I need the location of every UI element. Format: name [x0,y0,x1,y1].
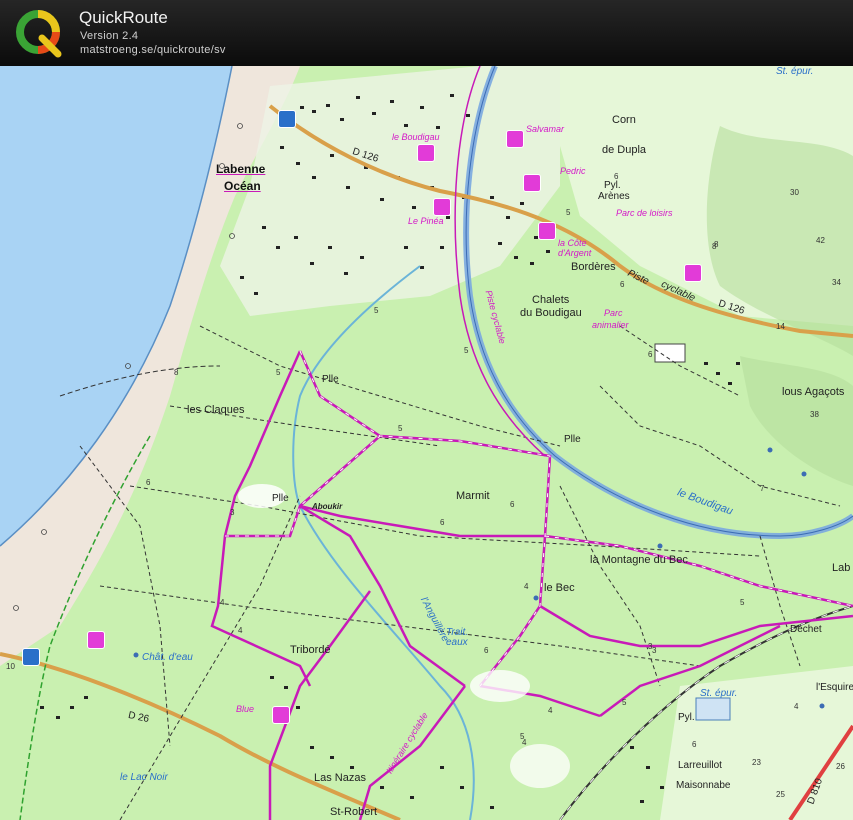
sports-ground [654,343,686,363]
spot-height: 25 [776,790,785,799]
spot-height: 6 [510,500,515,509]
label-le-boudigau-camp: le Boudigau [392,132,440,142]
spot-height: 6 [440,518,445,527]
place-label-plle-3: Plle [272,493,289,504]
spot-height: 5 [740,598,745,607]
spot-height: 4 [548,706,553,715]
place-label-labenne: Labenne [216,162,266,176]
spot-height: 6 [614,172,619,181]
spot-height: 5 [566,208,571,217]
spot-height: 3 [230,508,235,517]
label-lac-noir: le Lac Noir [120,772,168,783]
campsite-icon[interactable] [433,198,451,216]
spot-height: 7 [760,484,765,493]
label-parc: Parc [604,308,623,318]
label-parc-de-loisirs: Parc de loisirs [616,208,673,218]
place-label-pyl-2: Pyl. [678,712,695,723]
place-label-plle-1: Plle [322,374,339,385]
label-trait-eaux: Trait. eaux [446,627,469,648]
clearing [470,670,530,702]
place-label-corn: Corn [612,114,636,126]
spot-height: 4 [238,626,243,635]
map-canvas[interactable] [0,66,853,820]
place-label-lous-agacots: lous Agaçots [782,386,845,398]
app-url[interactable]: matstroeng.se/quickroute/sv [80,44,226,56]
parking-icon[interactable] [22,648,40,666]
spot-height: 5 [398,424,403,433]
label-animalier: animalier [592,320,629,330]
campsite-icon[interactable] [272,706,290,724]
place-label-lab: Lab [832,562,851,574]
campsite-icon[interactable] [506,130,524,148]
campsite-icon[interactable] [417,144,435,162]
label-st-epur-top: St. épur. [776,66,814,77]
place-label-borderes: Bordères [571,261,616,273]
spot-height: 10 [6,662,15,671]
place-label-les-claques: les Claques [187,404,245,416]
spot-height: 5 [374,306,379,315]
campsite-icon[interactable] [684,264,702,282]
spot-height: 6 [484,646,489,655]
quickroute-logo-icon [16,10,62,58]
label-pedric: Pedric [560,166,586,176]
spot-height: 8 [174,368,179,377]
campsite-icon[interactable] [87,631,105,649]
place-label-dechet: Déchet [790,624,822,635]
spot-height: 23 [752,758,761,767]
spot-height: 14 [776,322,785,331]
water-treatment-basins [695,697,731,721]
place-label-arenes: Arènes [598,191,630,202]
parking-icon[interactable] [278,110,296,128]
spot-height: 6 [146,478,151,487]
place-label-montagne-du-bec: la Montagne du Bec [590,554,688,566]
app-title: QuickRoute [79,8,168,27]
spot-height: 4 [220,598,225,607]
place-label-aboukir: Aboukir [312,502,343,511]
spot-height: 34 [832,278,841,287]
spot-height: 6 [620,280,625,289]
app-version: Version 2.4 [80,30,139,42]
label-blue: Blue [236,704,255,714]
spot-height: 30 [790,188,799,197]
place-label-le-bec: le Bec [544,582,575,594]
spot-height: 42 [816,236,825,245]
label-salvamar: Salvamar [526,124,565,134]
label-chat-eau: Chât. d'eau [142,652,193,663]
spot-height: 6 [692,740,697,749]
place-label-lesquire: l'Esquire [816,682,853,693]
place-label-las-nazas: Las Nazas [314,772,366,784]
label-cote-argent: la Côte d'Argent [558,238,592,258]
spot-height: 26 [836,762,845,771]
map-view[interactable]: Labenne Océan Corn de Dupla Arènes Pyl. … [0,66,853,820]
place-label-triborde: Tribordé [290,644,331,656]
place-label-st-robert: St-Robert [330,806,378,818]
place-label-du-boudigau: du Boudigau [520,307,582,319]
clearing [510,744,570,788]
spot-height: 4 [524,582,529,591]
spot-height: 4 [794,702,799,711]
spot-height: 4 [522,738,527,747]
label-le-pinea: Le Pinéa [408,216,444,226]
spot-height: 6 [648,350,653,359]
place-label-plle-2: Plle [564,434,581,445]
campsite-icon[interactable] [523,174,541,192]
spot-height: 5 [276,368,281,377]
spot-height: 5 [464,346,469,355]
place-label-larreuillot: Larreuillot [678,760,722,771]
place-label-dupla: de Dupla [602,144,647,156]
place-label-ocean: Océan [224,179,261,193]
app-header: QuickRoute Version 2.4 matstroeng.se/qui… [0,0,853,66]
campsite-icon[interactable] [538,222,556,240]
spot-height: 8 [714,240,719,249]
spot-height: 38 [810,410,819,419]
place-label-marmit: Marmit [456,490,490,502]
place-label-chalets: Chalets [532,294,570,306]
place-label-pyl: Pyl. [604,180,621,191]
spot-height: 3 [652,646,657,655]
label-st-epur: St. épur. [700,688,738,699]
spot-height: 5 [622,698,627,707]
place-label-maisonnabe: Maisonnabe [676,780,731,791]
